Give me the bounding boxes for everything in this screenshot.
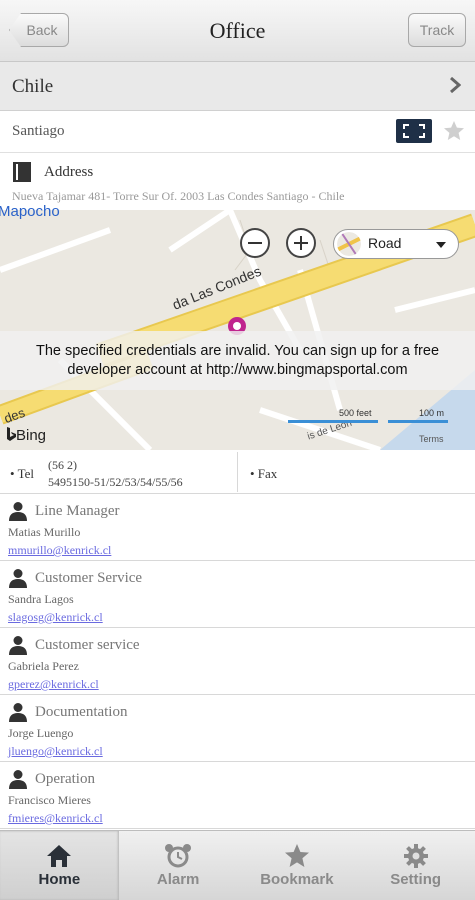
staff-list-item[interactable]: Documentation Jorge Luengo jluengo@kenri…	[0, 695, 475, 762]
map-style-icon	[337, 232, 361, 256]
map-error-line: The specified credentials are invalid. Y…	[35, 343, 440, 359]
staff-list-item[interactable]: Operation Francisco Mieres fmieres@kenri…	[0, 762, 475, 829]
staff-list-item[interactable]: Line Manager Matias Murillo mmurillo@ken…	[0, 494, 475, 561]
map-style-dropdown[interactable]: Road	[333, 229, 459, 259]
fullscreen-icon	[403, 124, 425, 138]
terms-link[interactable]: Terms	[419, 434, 444, 444]
address-text: Nueva Tajamar 481- Torre Sur Of. 2003 La…	[12, 189, 345, 203]
fullscreen-button[interactable]	[396, 119, 432, 143]
tab-label: Bookmark	[260, 871, 334, 888]
bing-logo-text: Bing	[16, 427, 47, 444]
zoom-out-button[interactable]	[240, 228, 270, 258]
scale-bar-feet	[288, 420, 378, 423]
tab-bookmark[interactable]: Bookmark	[238, 831, 357, 900]
scale-bar-meter	[388, 420, 448, 423]
staff-role: Customer Service	[35, 570, 143, 586]
scale-meter-label: 100 m	[419, 408, 445, 418]
tel-label: • Tel	[10, 466, 34, 481]
tel-line: 5495150-51/52/53/54/55/56	[48, 475, 183, 489]
address-title: Address	[44, 164, 94, 180]
tel-line: (56 2)	[48, 458, 77, 472]
country-label: Chile	[12, 76, 54, 97]
staff-list-item[interactable]: Customer Service Sandra Lagos slagosg@ke…	[0, 561, 475, 628]
gear-icon	[403, 844, 428, 868]
bing-logo: Bing	[6, 427, 46, 444]
plus-icon	[294, 236, 308, 250]
staff-role: Documentation	[35, 704, 128, 720]
city-label: Santiago	[12, 123, 65, 139]
staff-email-link[interactable]: mmurillo@kenrick.cl	[8, 543, 111, 558]
scale-feet-label: 500 feet	[339, 408, 372, 418]
staff-name: Francisco Mieres	[8, 793, 91, 807]
chevron-right-icon	[450, 77, 461, 93]
tab-label: Setting	[390, 871, 442, 888]
staff-list-item[interactable]: Customer service Gabriela Perez gperez@k…	[0, 628, 475, 695]
alarm-clock-icon	[165, 844, 192, 868]
minus-icon	[248, 242, 262, 244]
chevron-down-icon	[436, 242, 446, 248]
tab-label: Alarm	[156, 871, 200, 888]
fax-label: • Fax	[250, 466, 278, 481]
map-error-line: developer account at http://www.bingmaps…	[67, 362, 408, 378]
staff-role: Customer service	[35, 637, 140, 653]
staff-name: Jorge Luengo	[8, 726, 74, 740]
bing-b-icon	[7, 427, 16, 441]
tab-setting[interactable]: Setting	[356, 831, 475, 900]
star-icon	[284, 844, 309, 867]
bottom-tab-bar: Home Alarm Bookmark Setting	[0, 830, 475, 900]
staff-role: Line Manager	[35, 503, 120, 519]
staff-email-link[interactable]: fmieres@kenrick.cl	[8, 811, 103, 826]
staff-name: Matias Murillo	[8, 525, 81, 539]
person-icon	[9, 569, 27, 588]
track-button[interactable]: Track	[408, 13, 466, 47]
staff-name: Sandra Lagos	[8, 592, 74, 606]
tel-number[interactable]: (56 2) 5495150-51/52/53/54/55/56	[48, 457, 183, 491]
tab-home[interactable]: Home	[0, 831, 119, 900]
home-icon	[47, 845, 72, 867]
map-style-label: Road	[368, 235, 402, 251]
zoom-in-button[interactable]	[286, 228, 316, 258]
staff-name: Gabriela Perez	[8, 659, 79, 673]
staff-email-link[interactable]: gperez@kenrick.cl	[8, 677, 99, 692]
person-icon	[9, 502, 27, 521]
tab-alarm[interactable]: Alarm	[119, 831, 238, 900]
staff-email-link[interactable]: jluengo@kenrick.cl	[8, 744, 103, 759]
staff-email-link[interactable]: slagosg@kenrick.cl	[8, 610, 103, 625]
map-error-banner: The specified credentials are invalid. Y…	[0, 331, 475, 390]
person-icon	[9, 636, 27, 655]
contact-divider	[237, 452, 238, 492]
person-icon	[9, 703, 27, 722]
map-place-label: Mapocho	[0, 203, 60, 220]
person-icon	[9, 770, 27, 789]
address-book-icon	[13, 162, 31, 182]
country-selector[interactable]: Chile	[0, 62, 475, 111]
page-title: Office	[209, 18, 266, 43]
tab-label: Home	[38, 871, 81, 888]
favorite-star-icon[interactable]	[442, 119, 466, 143]
staff-role: Operation	[35, 771, 95, 787]
top-navbar: Back Office Track	[0, 0, 475, 62]
